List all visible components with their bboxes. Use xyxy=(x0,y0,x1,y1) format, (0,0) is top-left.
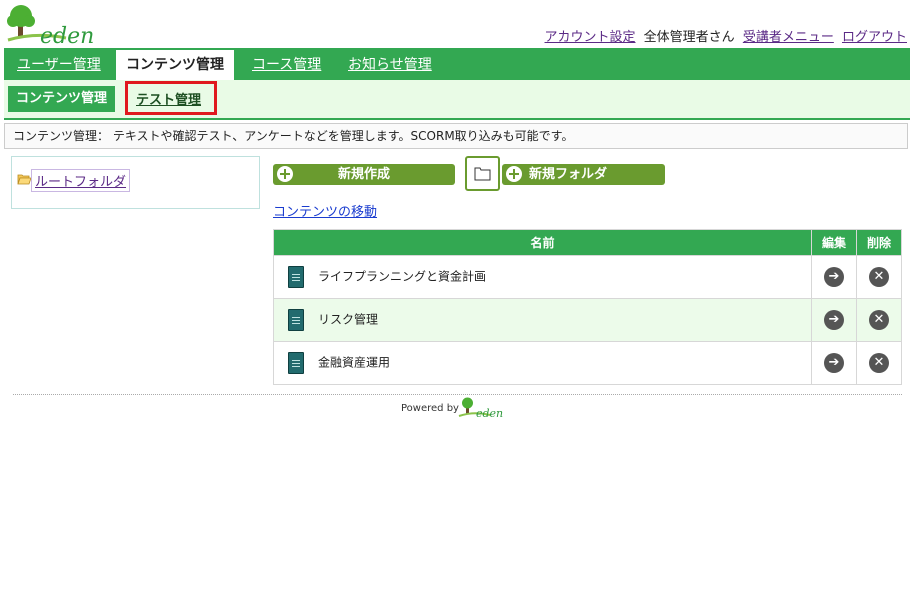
user-name: 全体管理者さん xyxy=(643,30,735,45)
content-name[interactable]: 金融資産運用 xyxy=(318,356,390,370)
account-settings-link[interactable]: アカウント設定 xyxy=(545,30,636,45)
delete-x-icon[interactable]: ✕ xyxy=(869,310,889,330)
tab-notice-management[interactable]: お知らせ管理 xyxy=(348,48,432,80)
table-row: 金融資産運用 ➔ ✕ xyxy=(273,341,902,385)
table-row: リスク管理 ➔ ✕ xyxy=(273,298,902,342)
footer-divider xyxy=(13,394,902,395)
eden-logo: eden xyxy=(6,4,101,49)
folder-tree: ルートフォルダ xyxy=(11,156,260,209)
edit-arrow-icon[interactable]: ➔ xyxy=(824,267,844,287)
new-folder-button[interactable]: 新規フォルダ xyxy=(502,164,665,185)
powered-by-text: Powered by xyxy=(401,403,459,414)
tab-course-management[interactable]: コース管理 xyxy=(252,48,321,80)
page-description: コンテンツ管理： テキストや確認テスト、アンケートなどを管理します。SCORM取… xyxy=(4,123,908,149)
folder-icon xyxy=(474,167,491,181)
subtab-test-management[interactable]: テスト管理 xyxy=(136,89,201,108)
svg-text:eden: eden xyxy=(476,407,503,419)
plus-icon xyxy=(277,166,293,182)
top-links: アカウント設定 全体管理者さん 受講者メニュー ログアウト xyxy=(545,26,907,45)
tab-content-management[interactable]: コンテンツ管理 xyxy=(116,50,234,80)
book-icon xyxy=(288,309,304,331)
book-icon xyxy=(288,266,304,288)
content-name[interactable]: リスク管理 xyxy=(318,313,378,327)
delete-x-icon[interactable]: ✕ xyxy=(869,353,889,373)
new-folder-label: 新規フォルダ xyxy=(529,167,608,182)
delete-x-icon[interactable]: ✕ xyxy=(869,267,889,287)
edit-arrow-icon[interactable]: ➔ xyxy=(824,310,844,330)
move-content-link[interactable]: コンテンツの移動 xyxy=(273,201,377,220)
learner-menu-link[interactable]: 受講者メニュー xyxy=(743,30,834,45)
plus-icon xyxy=(506,166,522,182)
edit-arrow-icon[interactable]: ➔ xyxy=(824,353,844,373)
new-content-label: 新規作成 xyxy=(338,167,391,182)
sub-nav: コンテンツ管理 テスト管理 xyxy=(4,80,910,120)
logout-link[interactable]: ログアウト xyxy=(842,30,907,45)
table-row: ライフプランニングと資金計画 ➔ ✕ xyxy=(273,255,902,299)
column-header-delete: 削除 xyxy=(856,229,902,256)
subtab-test-management-highlight: テスト管理 xyxy=(125,81,217,115)
main-nav: ユーザー管理 コンテンツ管理 コース管理 お知らせ管理 xyxy=(4,48,910,80)
eden-footer-logo: eden xyxy=(458,397,510,423)
book-icon xyxy=(288,352,304,374)
new-content-button[interactable]: 新規作成 xyxy=(273,164,455,185)
new-folder-icon-box[interactable] xyxy=(465,156,500,191)
subtab-content-management[interactable]: コンテンツ管理 xyxy=(8,86,116,112)
column-header-name: 名前 xyxy=(273,229,812,256)
root-folder-link[interactable]: ルートフォルダ xyxy=(31,169,131,192)
folder-open-icon xyxy=(17,173,32,189)
content-table: 名前 編集 削除 ライフプランニングと資金計画 ➔ ✕ リスク管理 ➔ ✕ 金融… xyxy=(273,229,902,385)
logo-text: eden xyxy=(40,24,94,46)
tab-user-management[interactable]: ユーザー管理 xyxy=(17,48,101,80)
column-header-edit: 編集 xyxy=(811,229,857,256)
content-name[interactable]: ライフプランニングと資金計画 xyxy=(318,270,486,284)
